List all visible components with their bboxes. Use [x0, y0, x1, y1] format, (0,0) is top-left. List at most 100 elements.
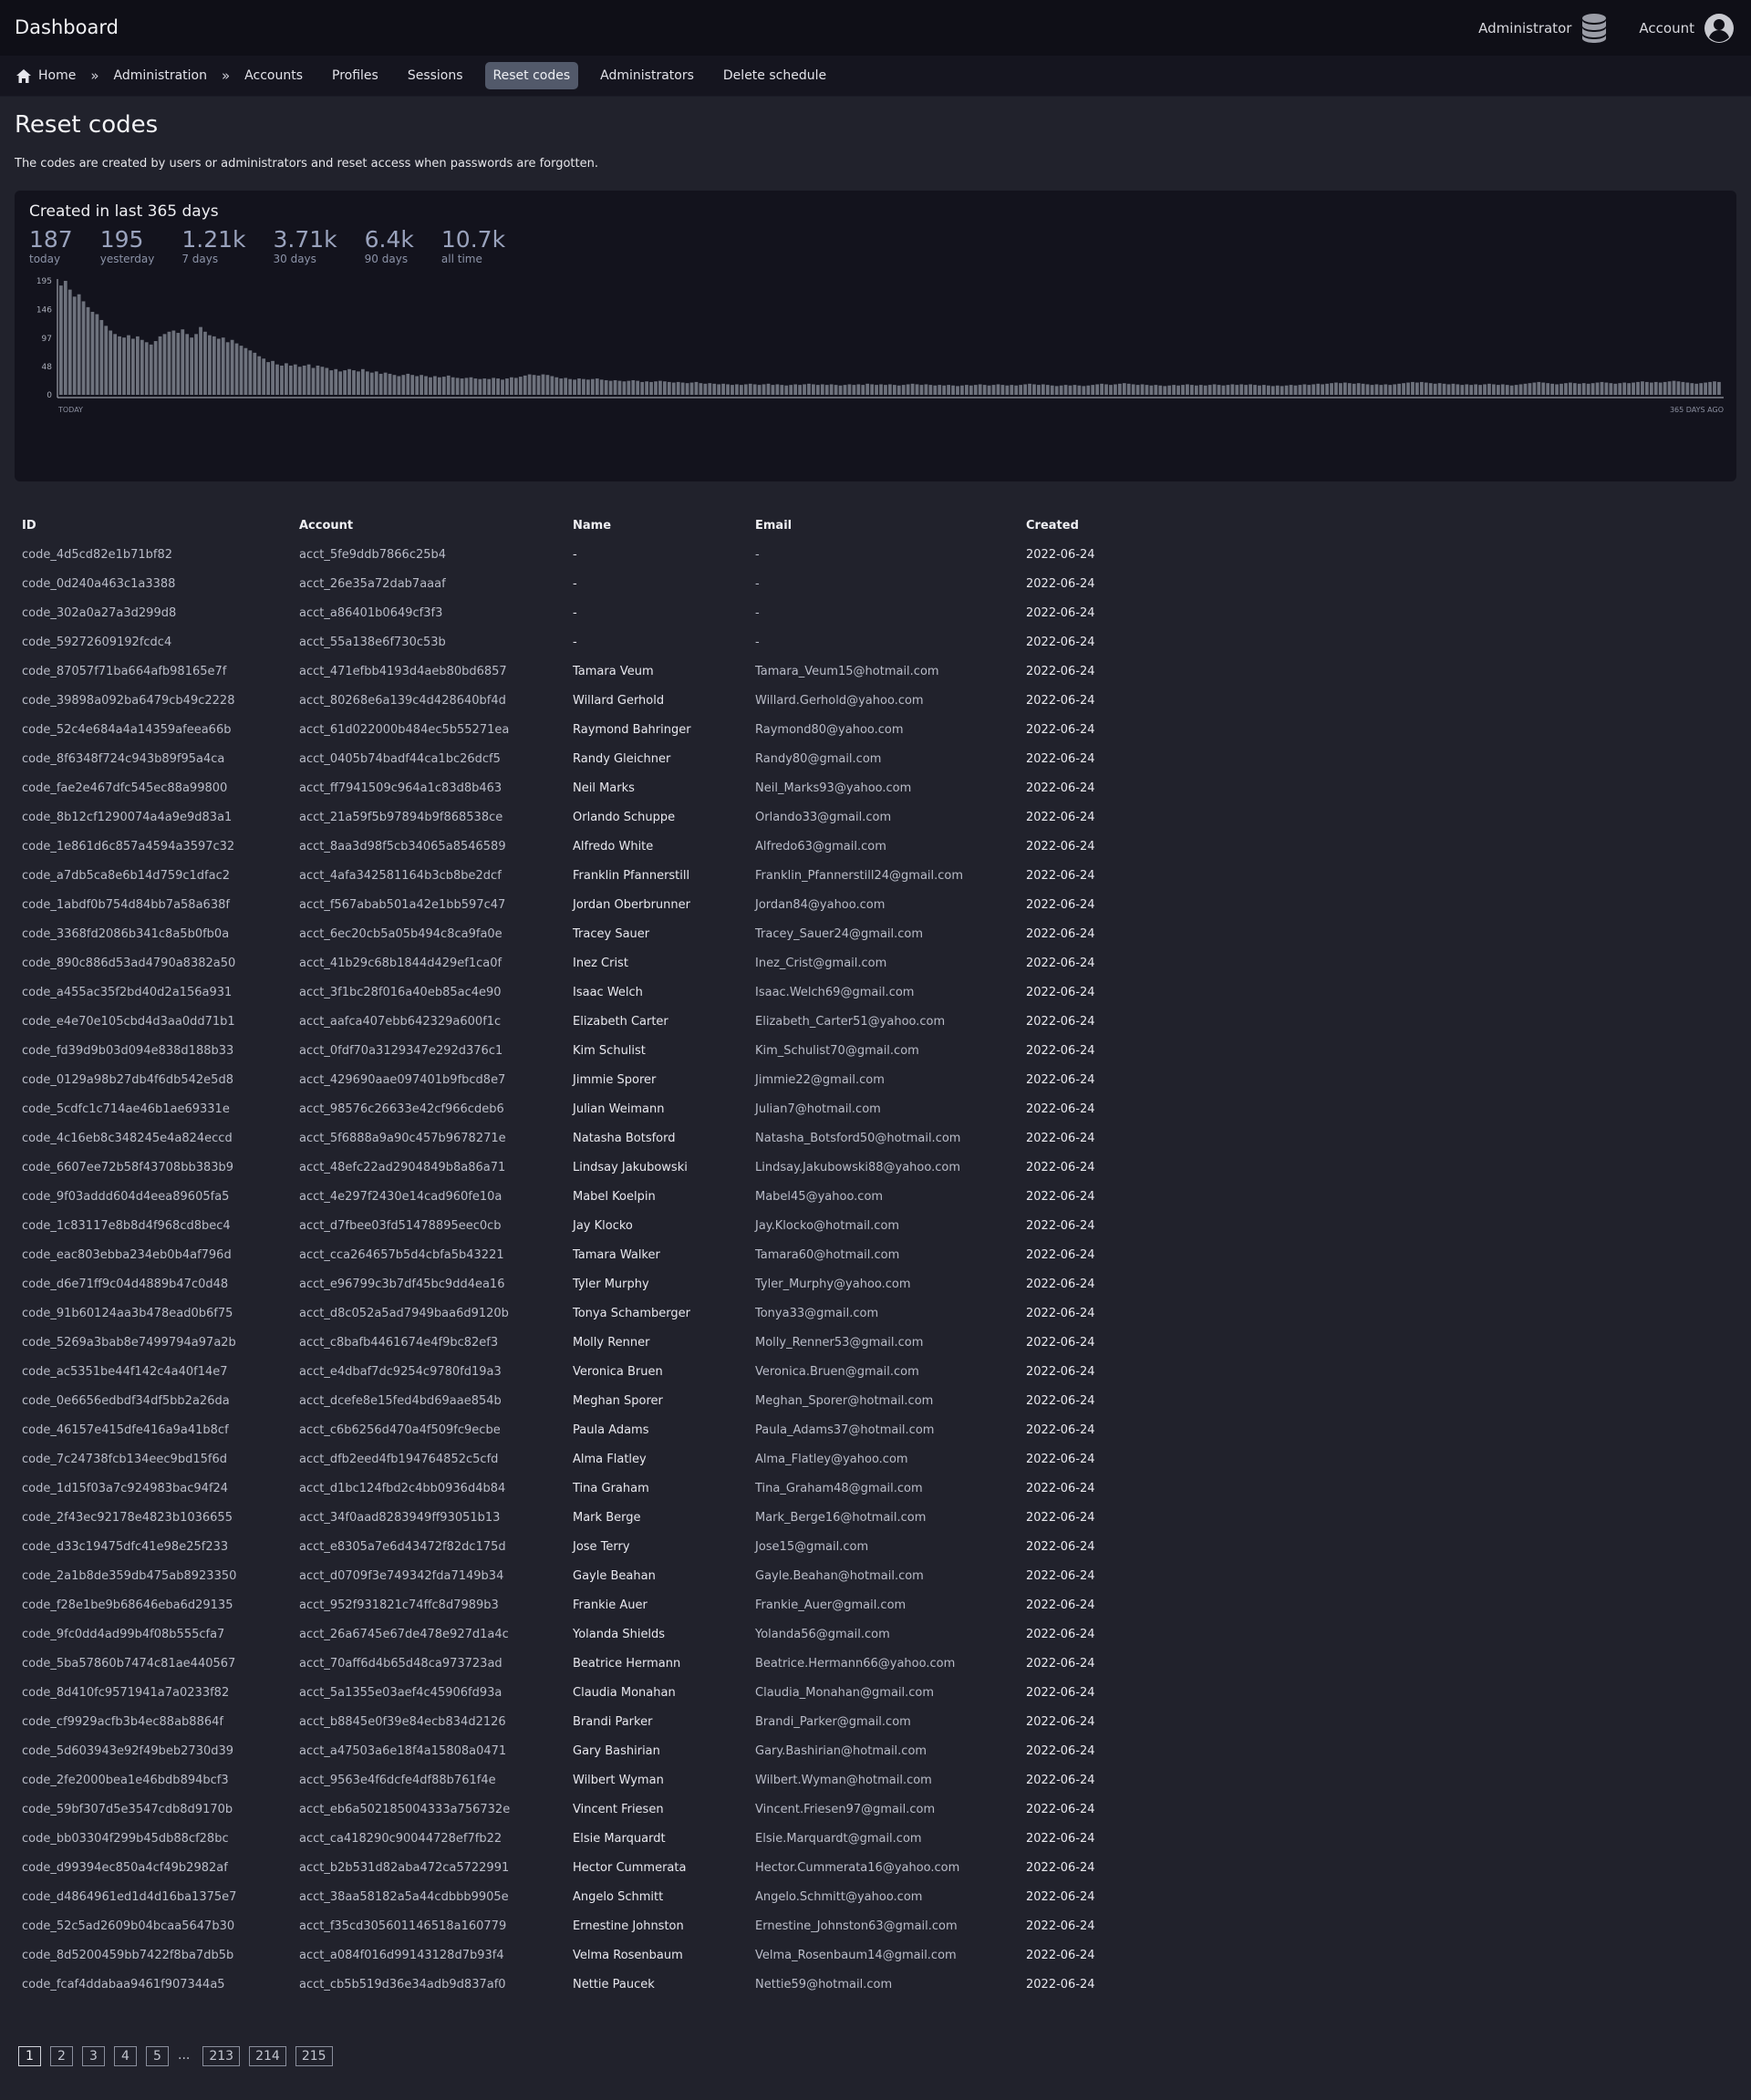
- chart-bar[interactable]: [1244, 385, 1248, 395]
- chart-bar[interactable]: [518, 377, 523, 395]
- chart-bar[interactable]: [1559, 383, 1563, 395]
- chart-bar[interactable]: [162, 334, 167, 395]
- chart-bar[interactable]: [81, 301, 86, 395]
- chart-bar[interactable]: [329, 370, 334, 395]
- chart-bar[interactable]: [631, 379, 636, 395]
- chart-bar[interactable]: [699, 383, 703, 395]
- chart-bar[interactable]: [991, 385, 996, 395]
- chart-bar[interactable]: [288, 365, 293, 395]
- table-row[interactable]: code_59272609192fcdc4 acct_55a138e6f730c5…: [15, 627, 1163, 657]
- nav-sessions[interactable]: Sessions: [408, 68, 463, 83]
- chart-bar[interactable]: [685, 383, 689, 395]
- table-row[interactable]: code_8d5200459bb7422f8ba7db5b acct_a084f0…: [15, 1940, 1163, 1970]
- table-row[interactable]: code_9fc0dd4ad99b4f08b555cfa7 acct_26a674…: [15, 1619, 1163, 1649]
- chart-bar[interactable]: [194, 334, 198, 395]
- chart-bar[interactable]: [311, 367, 316, 395]
- administrator-menu[interactable]: Administrator: [1478, 13, 1608, 44]
- chart-bar[interactable]: [1704, 382, 1707, 395]
- chart-bar[interactable]: [1437, 383, 1442, 395]
- cell-account[interactable]: acct_5f6888a9a90c457b9678271e: [292, 1123, 565, 1153]
- chart-bar[interactable]: [708, 383, 712, 395]
- chart-bar[interactable]: [1572, 383, 1577, 395]
- chart-bar[interactable]: [1708, 381, 1712, 395]
- table-row[interactable]: code_46157e415dfe416a9a41b8cf acct_c6b625…: [15, 1415, 1163, 1444]
- chart-bar[interactable]: [1460, 385, 1465, 395]
- chart-bar[interactable]: [568, 378, 572, 395]
- cell-account[interactable]: acct_f567abab501a42e1bb597c47: [292, 890, 565, 919]
- table-row[interactable]: code_1abdf0b754d84bb7a58a638f acct_f567ab…: [15, 890, 1163, 919]
- chart-bar[interactable]: [834, 385, 838, 395]
- chart-bar[interactable]: [590, 378, 595, 395]
- chart-bar[interactable]: [879, 384, 883, 395]
- cell-account[interactable]: acct_26a6745e67de478e927d1a4c: [292, 1619, 565, 1649]
- chart-bar[interactable]: [297, 367, 302, 395]
- chart-bar[interactable]: [1122, 383, 1126, 395]
- chart-bar[interactable]: [680, 382, 685, 395]
- chart-bar[interactable]: [478, 378, 482, 395]
- chart-bar[interactable]: [1023, 384, 1027, 395]
- chart-bar[interactable]: [1433, 383, 1437, 395]
- chart-bar[interactable]: [1632, 382, 1635, 395]
- table-row[interactable]: code_e4e70e105cbd4d3aa0dd71b1 acct_aafca4…: [15, 1007, 1163, 1036]
- cell-account[interactable]: acct_41b29c68b1844d429ef1ca0f: [292, 948, 565, 978]
- chart-bar[interactable]: [1456, 384, 1460, 395]
- chart-bar[interactable]: [1010, 385, 1014, 395]
- chart-bar[interactable]: [694, 381, 699, 395]
- chart-bar[interactable]: [780, 385, 784, 395]
- chart-bar[interactable]: [803, 384, 806, 395]
- cell-id[interactable]: code_2fe2000bea1e46bdb894bcf3: [15, 1765, 292, 1795]
- chart-bar[interactable]: [1226, 385, 1230, 395]
- table-row[interactable]: code_cf9929acfb3b4ec88ab8864f acct_b8845e…: [15, 1707, 1163, 1736]
- chart-bar[interactable]: [239, 346, 243, 395]
- table-row[interactable]: code_d33c19475dfc41e98e25f233 acct_e8305a…: [15, 1532, 1163, 1561]
- chart-bar[interactable]: [67, 289, 72, 395]
- table-row[interactable]: code_59bf307d5e3547cdb8d9170b acct_eb6a50…: [15, 1795, 1163, 1824]
- chart-bar[interactable]: [1145, 385, 1149, 395]
- page-button[interactable]: 2: [50, 2046, 73, 2066]
- chart-bar[interactable]: [1667, 381, 1672, 395]
- chart-bar[interactable]: [947, 385, 950, 395]
- chart-bar[interactable]: [1613, 383, 1618, 395]
- chart-bar[interactable]: [1415, 382, 1419, 395]
- chart-bar[interactable]: [1262, 385, 1266, 395]
- chart-bar[interactable]: [1032, 384, 1036, 395]
- chart-bar[interactable]: [357, 371, 360, 395]
- chart-bar[interactable]: [482, 378, 487, 395]
- cell-id[interactable]: code_91b60124aa3b478ead0b6f75: [15, 1298, 292, 1328]
- chart-bar[interactable]: [671, 382, 676, 395]
- chart-bar[interactable]: [1492, 384, 1496, 395]
- table-row[interactable]: code_302a0a27a3d299d8 acct_a86401b0649cf3…: [15, 598, 1163, 627]
- chart-bar[interactable]: [280, 365, 284, 395]
- chart-bar[interactable]: [1248, 384, 1252, 395]
- chart-bar[interactable]: [649, 381, 653, 395]
- chart-bar[interactable]: [1442, 383, 1446, 395]
- chart-bar[interactable]: [374, 371, 378, 395]
- chart-bar[interactable]: [1091, 385, 1095, 395]
- chart-bar[interactable]: [1037, 385, 1041, 395]
- chart-bar[interactable]: [1334, 382, 1338, 395]
- chart-bar[interactable]: [1402, 383, 1405, 395]
- chart-bar[interactable]: [1086, 385, 1091, 395]
- cell-account[interactable]: acct_0fdf70a3129347e292d376c1: [292, 1036, 565, 1065]
- chart-bar[interactable]: [492, 378, 496, 395]
- chart-bar[interactable]: [397, 376, 401, 395]
- chart-bar[interactable]: [586, 379, 590, 395]
- chart-bar[interactable]: [1000, 385, 1005, 395]
- chart-bar[interactable]: [487, 378, 492, 395]
- chart-bar[interactable]: [1528, 383, 1532, 395]
- chart-bar[interactable]: [460, 378, 464, 395]
- chart-bar[interactable]: [118, 336, 121, 395]
- chart-bar[interactable]: [996, 384, 1000, 395]
- table-row[interactable]: code_0d240a463c1a3388 acct_26e35a72dab7aa…: [15, 569, 1163, 598]
- chart-bar[interactable]: [1474, 384, 1478, 395]
- cell-id[interactable]: code_87057f71ba664afb98165e7f: [15, 657, 292, 686]
- chart-bar[interactable]: [1541, 382, 1546, 395]
- chart-bar[interactable]: [325, 367, 329, 395]
- chart-bar[interactable]: [545, 375, 550, 395]
- chart-bar[interactable]: [1131, 384, 1135, 395]
- cell-id[interactable]: code_8d5200459bb7422f8ba7db5b: [15, 1940, 292, 1970]
- cell-account[interactable]: acct_aafca407ebb642329a600f1c: [292, 1007, 565, 1036]
- chart-bar[interactable]: [1636, 381, 1640, 395]
- chart-bar[interactable]: [933, 385, 938, 395]
- chart-bar[interactable]: [820, 384, 824, 395]
